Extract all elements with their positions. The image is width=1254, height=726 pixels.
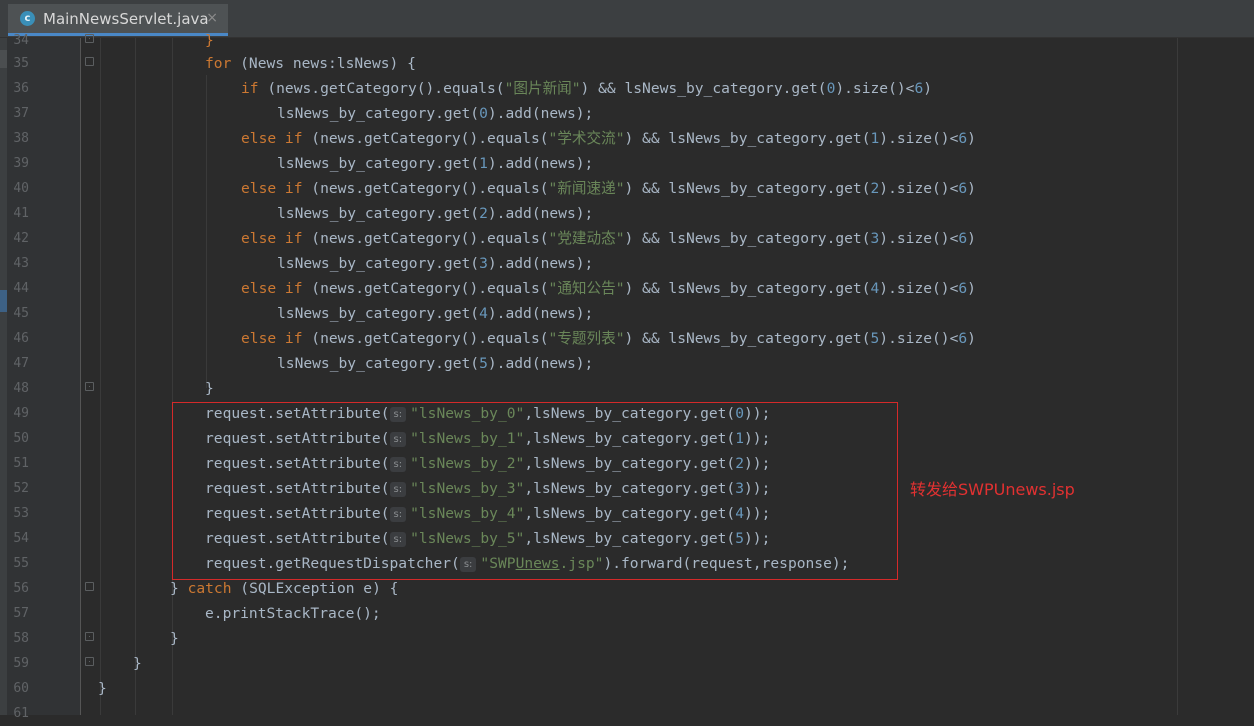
line-number: 61 (13, 706, 29, 721)
code-line: 46 else if (news.getCategory().equals("专题… (0, 326, 1254, 351)
code-text: } (98, 680, 107, 697)
code-line: 54 request.setAttribute(s: "lsNews_by_5",l… (0, 526, 1254, 551)
code-text: else if (news.getCategory().equals("党建动态… (241, 230, 976, 247)
line-number: 37 (13, 106, 29, 121)
line-number: 36 (13, 81, 29, 96)
code-text: lsNews_by_category.get(0).add(news); (277, 105, 594, 122)
code-text: else if (news.getCategory().equals("专题列表… (241, 330, 976, 347)
code-text: request.setAttribute(s: "lsNews_by_1",lsN… (205, 430, 771, 447)
line-number: 60 (13, 681, 29, 696)
line-number: 49 (13, 406, 29, 421)
code-line: 45 lsNews_by_category.get(4).add(news); (0, 301, 1254, 326)
code-line: 40 else if (news.getCategory().equals("新闻… (0, 176, 1254, 201)
line-number: 48 (13, 381, 29, 396)
code-text: else if (news.getCategory().equals("新闻速递… (241, 180, 976, 197)
line-number: 38 (13, 131, 29, 146)
line-number: 42 (13, 231, 29, 246)
line-number: 58 (13, 631, 29, 646)
line-number: 44 (13, 281, 29, 296)
code-line: 59} (0, 651, 1254, 676)
java-class-icon: c (20, 11, 35, 26)
code-text: } (133, 655, 142, 672)
line-number: 39 (13, 156, 29, 171)
code-line: 61 (0, 701, 1254, 726)
code-line: 47 lsNews_by_category.get(5).add(news); (0, 351, 1254, 376)
code-line: 50 request.setAttribute(s: "lsNews_by_1",l… (0, 426, 1254, 451)
code-text: request.setAttribute(s: "lsNews_by_5",lsN… (205, 530, 771, 547)
code-text: } catch (SQLException e) { (170, 580, 399, 597)
line-number: 35 (13, 56, 29, 71)
line-number: 59 (13, 656, 29, 671)
code-text: request.setAttribute(s: "lsNews_by_2",lsN… (205, 455, 771, 472)
tab-title: MainNewsServlet.java (43, 9, 209, 28)
code-text: request.setAttribute(s: "lsNews_by_3",lsN… (205, 480, 771, 497)
code-line: 57 e.printStackTrace(); (0, 601, 1254, 626)
line-number: 47 (13, 356, 29, 371)
annotation-text: 转发给SWPUnews.jsp (910, 480, 1075, 499)
line-number: 34 (13, 33, 29, 48)
line-number: 50 (13, 431, 29, 446)
code-line: 60} (0, 676, 1254, 701)
code-line: 51 request.setAttribute(s: "lsNews_by_2",l… (0, 451, 1254, 476)
code-line: 34} (0, 28, 1254, 53)
line-number: 57 (13, 606, 29, 621)
parameter-hint: s: (459, 557, 477, 572)
fold-end-icon[interactable] (85, 632, 94, 641)
code-text: else if (news.getCategory().equals("学术交流… (241, 130, 976, 147)
parameter-hint: s: (389, 407, 407, 422)
code-line: 43 lsNews_by_category.get(3).add(news); (0, 251, 1254, 276)
parameter-hint: s: (389, 507, 407, 522)
fold-end-icon[interactable] (85, 382, 94, 391)
close-icon[interactable]: × (206, 10, 218, 26)
fold-end-icon[interactable] (85, 657, 94, 666)
parameter-hint: s: (389, 432, 407, 447)
parameter-hint: s: (389, 457, 407, 472)
line-number: 54 (13, 531, 29, 546)
code-text: lsNews_by_category.get(5).add(news); (277, 355, 594, 372)
code-line: 36 if (news.getCategory().equals("图片新闻") … (0, 76, 1254, 101)
line-number: 46 (13, 331, 29, 346)
fold-icon[interactable] (85, 57, 94, 66)
code-text: lsNews_by_category.get(1).add(news); (277, 155, 594, 172)
code-line: 35 for (News news:lsNews) { (0, 51, 1254, 76)
code-text: for (News news:lsNews) { (205, 55, 416, 72)
parameter-hint: s: (389, 482, 407, 497)
code-line: 39 lsNews_by_category.get(1).add(news); (0, 151, 1254, 176)
line-number: 56 (13, 581, 29, 596)
code-line: 37 lsNews_by_category.get(0).add(news); (0, 101, 1254, 126)
code-text: lsNews_by_category.get(4).add(news); (277, 305, 594, 322)
line-number: 43 (13, 256, 29, 271)
line-number: 52 (13, 481, 29, 496)
line-number: 40 (13, 181, 29, 196)
code-line: 42 else if (news.getCategory().equals("党建… (0, 226, 1254, 251)
code-text: if (news.getCategory().equals("图片新闻") &&… (241, 80, 933, 97)
line-number: 51 (13, 456, 29, 471)
code-text: request.getRequestDispatcher(s: "SWPUnews… (205, 555, 850, 572)
fold-icon[interactable] (85, 582, 94, 591)
code-line: 41 lsNews_by_category.get(2).add(news); (0, 201, 1254, 226)
line-number: 41 (13, 206, 29, 221)
code-text: e.printStackTrace(); (205, 605, 381, 622)
code-line: 55 request.getRequestDispatcher(s: "SWPUne… (0, 551, 1254, 576)
code-text: lsNews_by_category.get(3).add(news); (277, 255, 594, 272)
fold-end-icon[interactable] (85, 34, 94, 43)
code-text: } (170, 630, 179, 647)
code-line: 58} (0, 626, 1254, 651)
code-line: 56 } catch (SQLException e) { (0, 576, 1254, 601)
code-text: request.setAttribute(s: "lsNews_by_0",lsN… (205, 405, 771, 422)
line-number: 45 (13, 306, 29, 321)
line-number: 55 (13, 556, 29, 571)
code-text: request.setAttribute(s: "lsNews_by_4",lsN… (205, 505, 771, 522)
code-text: lsNews_by_category.get(2).add(news); (277, 205, 594, 222)
code-text: } (205, 32, 214, 49)
code-line: 49 request.setAttribute(s: "lsNews_by_0",l… (0, 401, 1254, 426)
code-line: 53 request.setAttribute(s: "lsNews_by_4",l… (0, 501, 1254, 526)
line-number: 53 (13, 506, 29, 521)
code-line: 48} (0, 376, 1254, 401)
parameter-hint: s: (389, 532, 407, 547)
code-text: else if (news.getCategory().equals("通知公告… (241, 280, 976, 297)
code-line: 38 else if (news.getCategory().equals("学术… (0, 126, 1254, 151)
code-text: } (205, 380, 214, 397)
code-line: 44 else if (news.getCategory().equals("通知… (0, 276, 1254, 301)
